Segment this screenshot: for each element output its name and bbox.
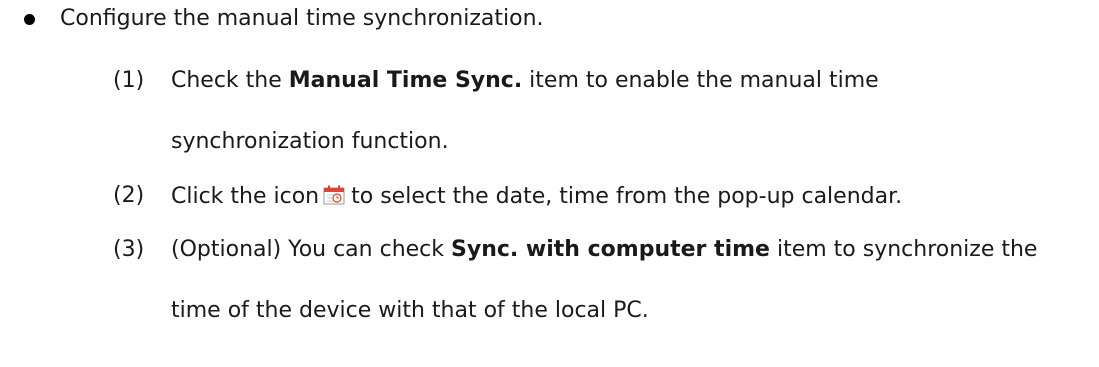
step-3-bold: Sync. with computer time — [451, 237, 770, 262]
step-2-number: (2) — [113, 183, 145, 208]
step-2-post: to select the date, time from the pop-up… — [351, 184, 903, 209]
step-1-post: item to enable the manual time — [522, 68, 879, 93]
step-2-pre: Click the icon — [171, 184, 320, 209]
step-1-bold: Manual Time Sync. — [288, 68, 523, 93]
document-page: Configure the manual time synchronizatio… — [0, 0, 1099, 367]
step-1-number: (1) — [113, 68, 145, 93]
step-3-continuation: time of the device with that of the loca… — [171, 298, 649, 323]
step-3-text: (Optional) You can check Sync. with comp… — [171, 239, 1037, 261]
intro-text: Configure the manual time synchronizatio… — [60, 6, 544, 31]
step-3-number: (3) — [113, 237, 145, 262]
step-3-post: item to synchronize the — [769, 237, 1038, 262]
bullet-dot — [24, 14, 35, 25]
step-1-text: Check the Manual Time Sync. item to enab… — [171, 70, 879, 92]
step-1-continuation: synchronization function. — [171, 129, 449, 154]
step-3-pre: (Optional) You can check — [171, 237, 452, 262]
step-2-text: Click the icon to select the date, time … — [171, 185, 902, 208]
step-1-pre: Check the — [171, 68, 289, 93]
calendar-icon — [323, 185, 345, 205]
